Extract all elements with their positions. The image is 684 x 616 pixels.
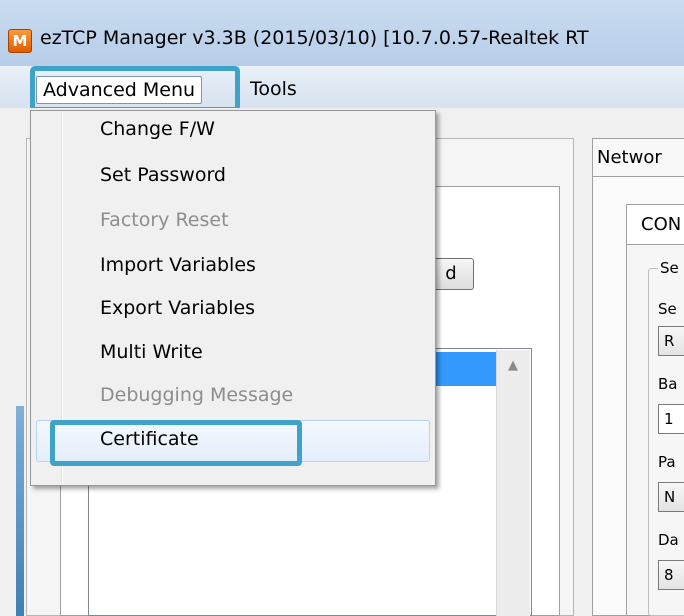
menu-item-import-variables[interactable]: Import Variables xyxy=(100,254,256,276)
menu-item-debugging-message[interactable]: Debugging Message xyxy=(100,384,293,406)
scroll-up-icon[interactable]: ▲ xyxy=(497,354,529,378)
menu-item-export-variables[interactable]: Export Variables xyxy=(100,297,255,319)
serial-group-title: Se xyxy=(658,259,684,277)
tab-con[interactable]: CON xyxy=(626,204,684,244)
menu-item-change-fw[interactable]: Change F/W xyxy=(100,118,215,140)
title-bar: M ezTCP Manager v3.3B (2015/03/10) [10.7… xyxy=(0,0,684,66)
parity-combo[interactable]: N xyxy=(658,482,684,512)
list-scrollbar[interactable]: ▲ xyxy=(496,350,530,616)
app-icon: M xyxy=(8,29,32,53)
certificate-highlight xyxy=(50,420,302,466)
tab-network[interactable]: Networ xyxy=(592,138,684,176)
field-label: Da xyxy=(658,531,679,549)
baud-rate-field[interactable]: 1 xyxy=(658,404,684,434)
serial-type-combo[interactable]: R xyxy=(658,326,684,356)
data-bits-combo[interactable]: 8 xyxy=(658,560,684,590)
field-label: Se xyxy=(658,300,677,318)
menu-item-set-password[interactable]: Set Password xyxy=(100,164,226,186)
menu-tools[interactable]: Tools xyxy=(244,76,303,102)
advanced-menu-highlight xyxy=(30,66,240,112)
menu-item-factory-reset[interactable]: Factory Reset xyxy=(100,209,229,231)
field-label: Pa xyxy=(658,453,676,471)
left-edge-strip xyxy=(16,406,24,616)
field-label: Ba xyxy=(658,375,678,393)
window-title: ezTCP Manager v3.3B (2015/03/10) [10.7.0… xyxy=(40,27,589,49)
menu-item-multi-write[interactable]: Multi Write xyxy=(100,341,203,363)
